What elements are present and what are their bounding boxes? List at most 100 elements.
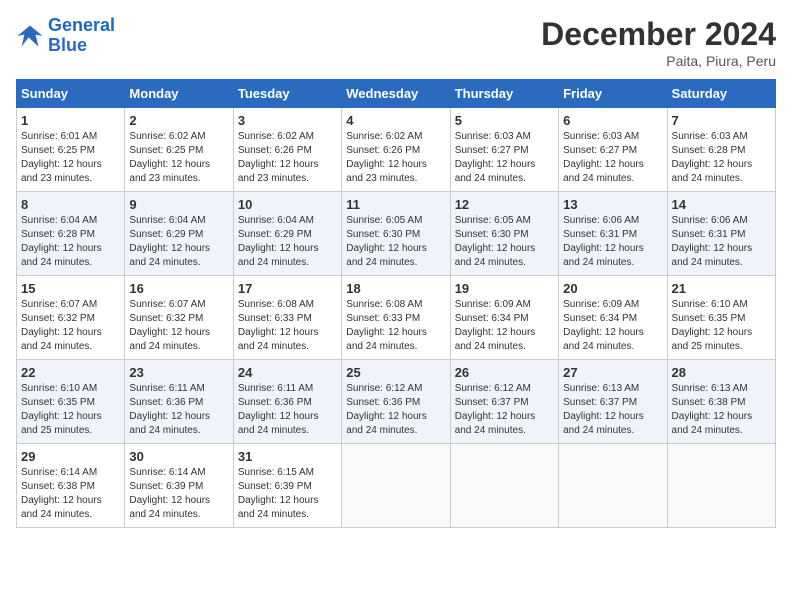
day-info: Sunrise: 6:09 AMSunset: 6:34 PMDaylight:…: [455, 298, 554, 354]
day-number: 21: [672, 281, 771, 296]
weekday-header-sunday: Sunday: [17, 80, 125, 108]
logo-line2: Blue: [48, 35, 87, 55]
day-info: Sunrise: 6:08 AMSunset: 6:33 PMDaylight:…: [346, 298, 445, 354]
calendar-cell: 12Sunrise: 6:05 AMSunset: 6:30 PMDayligh…: [450, 192, 558, 276]
calendar-cell: 1 Sunrise: 6:01 AMSunset: 6:25 PMDaylight…: [17, 108, 125, 192]
day-info: Sunrise: 6:04 AMSunset: 6:29 PMDaylight:…: [238, 214, 337, 270]
day-info: Sunrise: 6:10 AMSunset: 6:35 PMDaylight:…: [672, 298, 771, 354]
day-number: 4: [346, 113, 445, 128]
weekday-header-saturday: Saturday: [667, 80, 775, 108]
calendar-cell: 3 Sunrise: 6:02 AMSunset: 6:26 PMDaylight…: [233, 108, 341, 192]
calendar-cell: 29Sunrise: 6:14 AMSunset: 6:38 PMDayligh…: [17, 444, 125, 528]
day-number: 20: [563, 281, 662, 296]
day-info: Sunrise: 6:14 AMSunset: 6:38 PMDaylight:…: [21, 466, 120, 522]
weekday-header-tuesday: Tuesday: [233, 80, 341, 108]
day-info: Sunrise: 6:07 AMSunset: 6:32 PMDaylight:…: [129, 298, 228, 354]
day-number: 1: [21, 113, 120, 128]
calendar-cell: 25 Sunrise: 6:12 AMSunset: 6:36 PMDayligh…: [342, 360, 450, 444]
day-info: Sunrise: 6:12 AMSunset: 6:37 PMDaylight:…: [455, 382, 554, 438]
day-number: 22: [21, 365, 120, 380]
day-number: 26: [455, 365, 554, 380]
week-row-1: 1 Sunrise: 6:01 AMSunset: 6:25 PMDaylight…: [17, 108, 776, 192]
day-info: Sunrise: 6:14 AMSunset: 6:39 PMDaylight:…: [129, 466, 228, 522]
day-number: 18: [346, 281, 445, 296]
day-info: Sunrise: 6:13 AMSunset: 6:38 PMDaylight:…: [672, 382, 771, 438]
day-info: Sunrise: 6:04 AMSunset: 6:29 PMDaylight:…: [129, 214, 228, 270]
calendar-cell: 9 Sunrise: 6:04 AMSunset: 6:29 PMDaylight…: [125, 192, 233, 276]
calendar-cell: 26 Sunrise: 6:12 AMSunset: 6:37 PMDayligh…: [450, 360, 558, 444]
day-info: Sunrise: 6:03 AMSunset: 6:27 PMDaylight:…: [563, 130, 662, 186]
subtitle: Paita, Piura, Peru: [541, 53, 776, 69]
calendar-cell: 17 Sunrise: 6:08 AMSunset: 6:33 PMDayligh…: [233, 276, 341, 360]
weekday-header-monday: Monday: [125, 80, 233, 108]
day-number: 13: [563, 197, 662, 212]
day-number: 2: [129, 113, 228, 128]
day-number: 3: [238, 113, 337, 128]
day-info: Sunrise: 6:08 AMSunset: 6:33 PMDaylight:…: [238, 298, 337, 354]
day-number: 30: [129, 449, 228, 464]
day-number: 25: [346, 365, 445, 380]
week-row-2: 8 Sunrise: 6:04 AMSunset: 6:28 PMDaylight…: [17, 192, 776, 276]
calendar-cell: 10 Sunrise: 6:04 AMSunset: 6:29 PMDayligh…: [233, 192, 341, 276]
weekday-header-friday: Friday: [559, 80, 667, 108]
weekday-header-thursday: Thursday: [450, 80, 558, 108]
day-number: 8: [21, 197, 120, 212]
day-number: 19: [455, 281, 554, 296]
calendar-cell: 11 Sunrise: 6:05 AMSunset: 6:30 PMDayligh…: [342, 192, 450, 276]
calendar-cell: 24 Sunrise: 6:11 AMSunset: 6:36 PMDayligh…: [233, 360, 341, 444]
day-number: 24: [238, 365, 337, 380]
day-info: Sunrise: 6:06 AMSunset: 6:31 PMDaylight:…: [563, 214, 662, 270]
day-info: Sunrise: 6:06 AMSunset: 6:31 PMDaylight:…: [672, 214, 771, 270]
calendar-cell: [450, 444, 558, 528]
day-number: 11: [346, 197, 445, 212]
day-number: 16: [129, 281, 228, 296]
calendar-cell: 30 Sunrise: 6:14 AMSunset: 6:39 PMDayligh…: [125, 444, 233, 528]
day-number: 17: [238, 281, 337, 296]
calendar-cell: 31Sunrise: 6:15 AMSunset: 6:39 PMDayligh…: [233, 444, 341, 528]
day-number: 14: [672, 197, 771, 212]
weekday-header-row: SundayMondayTuesdayWednesdayThursdayFrid…: [17, 80, 776, 108]
calendar-cell: 23 Sunrise: 6:11 AMSunset: 6:36 PMDayligh…: [125, 360, 233, 444]
title-area: December 2024 Paita, Piura, Peru: [541, 16, 776, 69]
day-info: Sunrise: 6:02 AMSunset: 6:26 PMDaylight:…: [238, 130, 337, 186]
week-row-4: 22Sunrise: 6:10 AMSunset: 6:35 PMDayligh…: [17, 360, 776, 444]
day-info: Sunrise: 6:15 AMSunset: 6:39 PMDaylight:…: [238, 466, 337, 522]
calendar-cell: [342, 444, 450, 528]
day-number: 23: [129, 365, 228, 380]
day-number: 5: [455, 113, 554, 128]
day-info: Sunrise: 6:03 AMSunset: 6:27 PMDaylight:…: [455, 130, 554, 186]
day-number: 28: [672, 365, 771, 380]
calendar-cell: 19 Sunrise: 6:09 AMSunset: 6:34 PMDayligh…: [450, 276, 558, 360]
calendar-cell: 28 Sunrise: 6:13 AMSunset: 6:38 PMDayligh…: [667, 360, 775, 444]
day-info: Sunrise: 6:13 AMSunset: 6:37 PMDaylight:…: [563, 382, 662, 438]
calendar-cell: 7Sunrise: 6:03 AMSunset: 6:28 PMDaylight…: [667, 108, 775, 192]
calendar-cell: 14 Sunrise: 6:06 AMSunset: 6:31 PMDayligh…: [667, 192, 775, 276]
calendar-cell: [667, 444, 775, 528]
day-info: Sunrise: 6:05 AMSunset: 6:30 PMDaylight:…: [346, 214, 445, 270]
day-number: 10: [238, 197, 337, 212]
day-number: 27: [563, 365, 662, 380]
calendar-cell: [559, 444, 667, 528]
day-number: 9: [129, 197, 228, 212]
calendar-cell: 27 Sunrise: 6:13 AMSunset: 6:37 PMDayligh…: [559, 360, 667, 444]
logo: General Blue: [16, 16, 115, 56]
day-info: Sunrise: 6:02 AMSunset: 6:25 PMDaylight:…: [129, 130, 228, 186]
calendar-cell: 20Sunrise: 6:09 AMSunset: 6:34 PMDayligh…: [559, 276, 667, 360]
day-info: Sunrise: 6:11 AMSunset: 6:36 PMDaylight:…: [238, 382, 337, 438]
main-title: December 2024: [541, 16, 776, 53]
day-info: Sunrise: 6:04 AMSunset: 6:28 PMDaylight:…: [21, 214, 120, 270]
weekday-header-wednesday: Wednesday: [342, 80, 450, 108]
day-info: Sunrise: 6:03 AMSunset: 6:28 PMDaylight:…: [672, 130, 771, 186]
day-info: Sunrise: 6:12 AMSunset: 6:36 PMDaylight:…: [346, 382, 445, 438]
logo-icon: [16, 22, 44, 50]
calendar-cell: 15Sunrise: 6:07 AMSunset: 6:32 PMDayligh…: [17, 276, 125, 360]
day-info: Sunrise: 6:11 AMSunset: 6:36 PMDaylight:…: [129, 382, 228, 438]
header: General Blue December 2024 Paita, Piura,…: [16, 16, 776, 69]
calendar-cell: 13 Sunrise: 6:06 AMSunset: 6:31 PMDayligh…: [559, 192, 667, 276]
calendar-cell: 22Sunrise: 6:10 AMSunset: 6:35 PMDayligh…: [17, 360, 125, 444]
logo-text: General Blue: [48, 16, 115, 56]
calendar-header: SundayMondayTuesdayWednesdayThursdayFrid…: [17, 80, 776, 108]
day-info: Sunrise: 6:01 AMSunset: 6:25 PMDaylight:…: [21, 130, 120, 186]
day-number: 15: [21, 281, 120, 296]
day-number: 12: [455, 197, 554, 212]
